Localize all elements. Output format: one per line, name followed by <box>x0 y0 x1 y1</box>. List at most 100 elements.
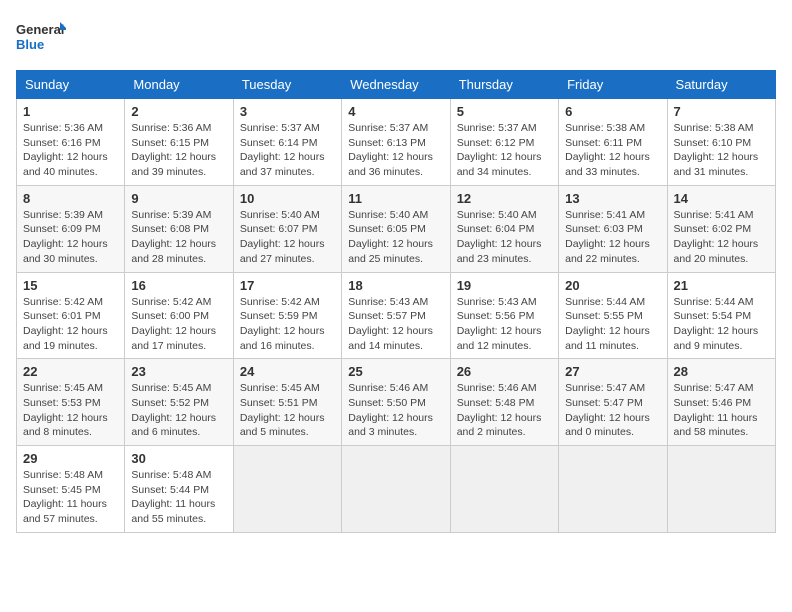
day-number: 19 <box>457 278 552 293</box>
day-cell: 29 Sunrise: 5:48 AM Sunset: 5:45 PM Dayl… <box>17 446 125 533</box>
day-info: Sunrise: 5:44 AM Sunset: 5:54 PM Dayligh… <box>674 295 769 354</box>
day-cell: 3 Sunrise: 5:37 AM Sunset: 6:14 PM Dayli… <box>233 99 341 186</box>
day-info: Sunrise: 5:38 AM Sunset: 6:11 PM Dayligh… <box>565 121 660 180</box>
day-number: 9 <box>131 191 226 206</box>
day-info: Sunrise: 5:37 AM Sunset: 6:12 PM Dayligh… <box>457 121 552 180</box>
svg-text:General: General <box>16 22 64 37</box>
day-info: Sunrise: 5:48 AM Sunset: 5:44 PM Dayligh… <box>131 468 226 527</box>
day-cell: 6 Sunrise: 5:38 AM Sunset: 6:11 PM Dayli… <box>559 99 667 186</box>
day-info: Sunrise: 5:40 AM Sunset: 6:07 PM Dayligh… <box>240 208 335 267</box>
day-cell: 15 Sunrise: 5:42 AM Sunset: 6:01 PM Dayl… <box>17 272 125 359</box>
day-cell: 13 Sunrise: 5:41 AM Sunset: 6:03 PM Dayl… <box>559 185 667 272</box>
day-info: Sunrise: 5:39 AM Sunset: 6:08 PM Dayligh… <box>131 208 226 267</box>
day-info: Sunrise: 5:37 AM Sunset: 6:14 PM Dayligh… <box>240 121 335 180</box>
day-number: 27 <box>565 364 660 379</box>
logo: General Blue <box>16 16 66 58</box>
day-info: Sunrise: 5:42 AM Sunset: 6:01 PM Dayligh… <box>23 295 118 354</box>
day-cell <box>342 446 450 533</box>
weekday-header-thursday: Thursday <box>450 71 558 99</box>
day-cell <box>233 446 341 533</box>
day-info: Sunrise: 5:42 AM Sunset: 5:59 PM Dayligh… <box>240 295 335 354</box>
day-number: 13 <box>565 191 660 206</box>
day-cell: 16 Sunrise: 5:42 AM Sunset: 6:00 PM Dayl… <box>125 272 233 359</box>
day-number: 6 <box>565 104 660 119</box>
day-number: 4 <box>348 104 443 119</box>
day-cell: 9 Sunrise: 5:39 AM Sunset: 6:08 PM Dayli… <box>125 185 233 272</box>
day-number: 25 <box>348 364 443 379</box>
day-number: 22 <box>23 364 118 379</box>
day-info: Sunrise: 5:47 AM Sunset: 5:47 PM Dayligh… <box>565 381 660 440</box>
day-number: 21 <box>674 278 769 293</box>
day-number: 24 <box>240 364 335 379</box>
day-info: Sunrise: 5:38 AM Sunset: 6:10 PM Dayligh… <box>674 121 769 180</box>
day-number: 16 <box>131 278 226 293</box>
day-info: Sunrise: 5:48 AM Sunset: 5:45 PM Dayligh… <box>23 468 118 527</box>
day-cell: 17 Sunrise: 5:42 AM Sunset: 5:59 PM Dayl… <box>233 272 341 359</box>
day-info: Sunrise: 5:42 AM Sunset: 6:00 PM Dayligh… <box>131 295 226 354</box>
day-info: Sunrise: 5:45 AM Sunset: 5:52 PM Dayligh… <box>131 381 226 440</box>
day-cell: 5 Sunrise: 5:37 AM Sunset: 6:12 PM Dayli… <box>450 99 558 186</box>
weekday-header-wednesday: Wednesday <box>342 71 450 99</box>
day-info: Sunrise: 5:47 AM Sunset: 5:46 PM Dayligh… <box>674 381 769 440</box>
week-row-4: 22 Sunrise: 5:45 AM Sunset: 5:53 PM Dayl… <box>17 359 776 446</box>
day-info: Sunrise: 5:37 AM Sunset: 6:13 PM Dayligh… <box>348 121 443 180</box>
day-cell: 25 Sunrise: 5:46 AM Sunset: 5:50 PM Dayl… <box>342 359 450 446</box>
day-cell: 4 Sunrise: 5:37 AM Sunset: 6:13 PM Dayli… <box>342 99 450 186</box>
day-number: 26 <box>457 364 552 379</box>
day-cell <box>450 446 558 533</box>
weekday-header-friday: Friday <box>559 71 667 99</box>
day-cell: 21 Sunrise: 5:44 AM Sunset: 5:54 PM Dayl… <box>667 272 775 359</box>
day-number: 2 <box>131 104 226 119</box>
day-cell: 20 Sunrise: 5:44 AM Sunset: 5:55 PM Dayl… <box>559 272 667 359</box>
day-number: 15 <box>23 278 118 293</box>
day-cell: 10 Sunrise: 5:40 AM Sunset: 6:07 PM Dayl… <box>233 185 341 272</box>
day-info: Sunrise: 5:36 AM Sunset: 6:16 PM Dayligh… <box>23 121 118 180</box>
logo-svg: General Blue <box>16 16 66 58</box>
page-header: General Blue <box>16 16 776 58</box>
day-info: Sunrise: 5:36 AM Sunset: 6:15 PM Dayligh… <box>131 121 226 180</box>
day-cell <box>559 446 667 533</box>
day-info: Sunrise: 5:41 AM Sunset: 6:02 PM Dayligh… <box>674 208 769 267</box>
weekday-header-saturday: Saturday <box>667 71 775 99</box>
day-cell: 23 Sunrise: 5:45 AM Sunset: 5:52 PM Dayl… <box>125 359 233 446</box>
day-number: 17 <box>240 278 335 293</box>
day-cell: 14 Sunrise: 5:41 AM Sunset: 6:02 PM Dayl… <box>667 185 775 272</box>
day-info: Sunrise: 5:45 AM Sunset: 5:53 PM Dayligh… <box>23 381 118 440</box>
day-info: Sunrise: 5:43 AM Sunset: 5:57 PM Dayligh… <box>348 295 443 354</box>
day-number: 20 <box>565 278 660 293</box>
day-number: 28 <box>674 364 769 379</box>
day-cell: 22 Sunrise: 5:45 AM Sunset: 5:53 PM Dayl… <box>17 359 125 446</box>
day-cell: 24 Sunrise: 5:45 AM Sunset: 5:51 PM Dayl… <box>233 359 341 446</box>
day-number: 12 <box>457 191 552 206</box>
day-cell: 12 Sunrise: 5:40 AM Sunset: 6:04 PM Dayl… <box>450 185 558 272</box>
day-cell: 1 Sunrise: 5:36 AM Sunset: 6:16 PM Dayli… <box>17 99 125 186</box>
day-info: Sunrise: 5:44 AM Sunset: 5:55 PM Dayligh… <box>565 295 660 354</box>
day-number: 23 <box>131 364 226 379</box>
day-number: 3 <box>240 104 335 119</box>
day-cell: 8 Sunrise: 5:39 AM Sunset: 6:09 PM Dayli… <box>17 185 125 272</box>
day-cell: 27 Sunrise: 5:47 AM Sunset: 5:47 PM Dayl… <box>559 359 667 446</box>
day-number: 30 <box>131 451 226 466</box>
day-cell: 11 Sunrise: 5:40 AM Sunset: 6:05 PM Dayl… <box>342 185 450 272</box>
day-info: Sunrise: 5:43 AM Sunset: 5:56 PM Dayligh… <box>457 295 552 354</box>
week-row-3: 15 Sunrise: 5:42 AM Sunset: 6:01 PM Dayl… <box>17 272 776 359</box>
day-cell: 19 Sunrise: 5:43 AM Sunset: 5:56 PM Dayl… <box>450 272 558 359</box>
day-cell: 26 Sunrise: 5:46 AM Sunset: 5:48 PM Dayl… <box>450 359 558 446</box>
day-number: 10 <box>240 191 335 206</box>
day-info: Sunrise: 5:46 AM Sunset: 5:50 PM Dayligh… <box>348 381 443 440</box>
day-cell: 7 Sunrise: 5:38 AM Sunset: 6:10 PM Dayli… <box>667 99 775 186</box>
day-number: 8 <box>23 191 118 206</box>
day-info: Sunrise: 5:45 AM Sunset: 5:51 PM Dayligh… <box>240 381 335 440</box>
day-number: 11 <box>348 191 443 206</box>
day-cell: 28 Sunrise: 5:47 AM Sunset: 5:46 PM Dayl… <box>667 359 775 446</box>
weekday-header-row: SundayMondayTuesdayWednesdayThursdayFrid… <box>17 71 776 99</box>
day-number: 1 <box>23 104 118 119</box>
day-cell: 2 Sunrise: 5:36 AM Sunset: 6:15 PM Dayli… <box>125 99 233 186</box>
svg-text:Blue: Blue <box>16 37 44 52</box>
week-row-1: 1 Sunrise: 5:36 AM Sunset: 6:16 PM Dayli… <box>17 99 776 186</box>
day-number: 29 <box>23 451 118 466</box>
week-row-2: 8 Sunrise: 5:39 AM Sunset: 6:09 PM Dayli… <box>17 185 776 272</box>
day-info: Sunrise: 5:41 AM Sunset: 6:03 PM Dayligh… <box>565 208 660 267</box>
day-info: Sunrise: 5:40 AM Sunset: 6:04 PM Dayligh… <box>457 208 552 267</box>
calendar-table: SundayMondayTuesdayWednesdayThursdayFrid… <box>16 70 776 533</box>
